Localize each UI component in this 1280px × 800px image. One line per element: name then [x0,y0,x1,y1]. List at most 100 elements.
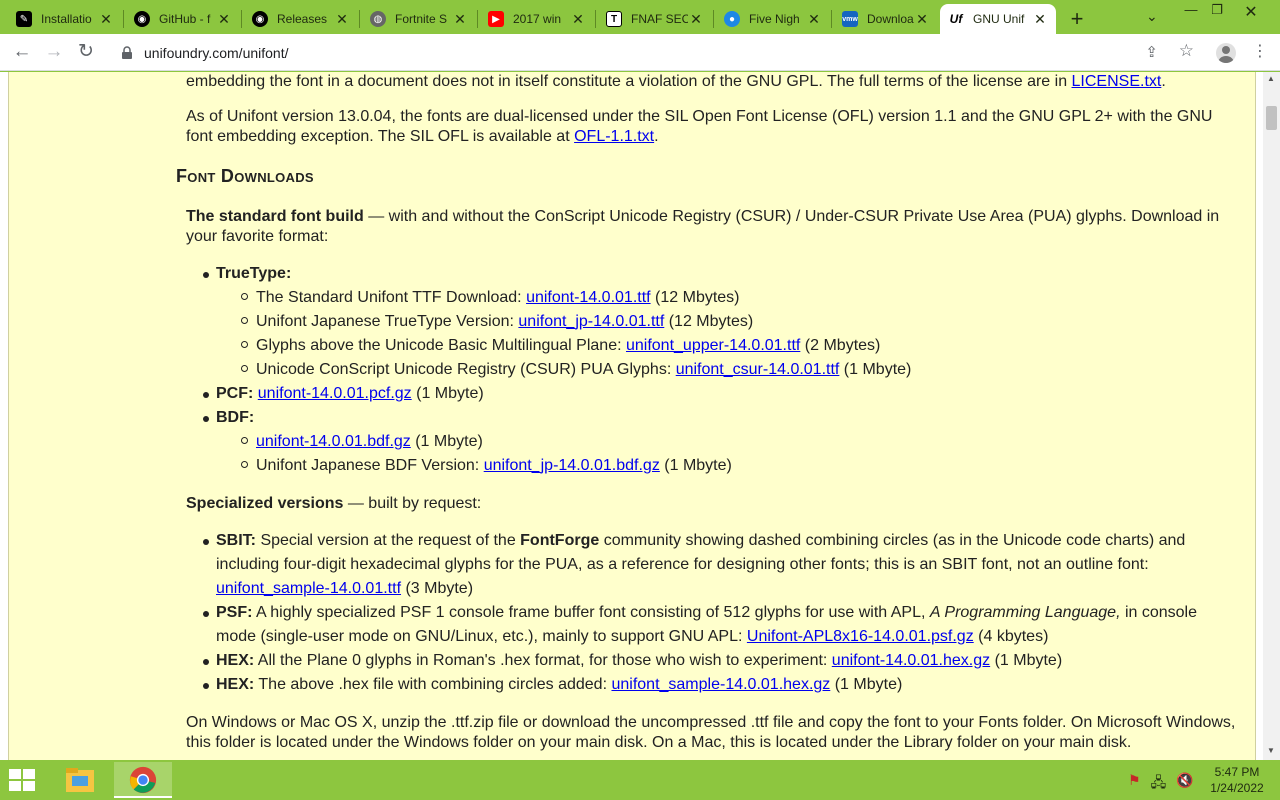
tab-title: Downloa [867,12,914,26]
tab-fortnite[interactable]: ◍ Fortnite S ✕ [362,4,476,34]
item-text: Unifont Japanese BDF Version: [256,457,484,474]
share-icon[interactable]: ⇪ [1145,43,1158,61]
tab-title: Five Nigh [749,12,800,26]
restore-button[interactable]: ❐ [1202,2,1232,18]
list-item: Glyphs above the Unicode Basic Multiling… [256,337,880,355]
globe-icon: ◍ [370,11,386,27]
close-icon[interactable]: ✕ [688,11,704,28]
close-icon[interactable]: ✕ [98,11,114,28]
tab-download[interactable]: vmw Downloa ✕ [834,4,938,34]
browser-menu-icon[interactable]: ⋮ [1252,41,1268,61]
download-link[interactable]: unifont-14.0.01.bdf.gz [256,433,411,450]
close-icon[interactable]: ✕ [334,11,350,28]
tab-releases[interactable]: ◉ Releases ✕ [244,4,358,34]
clock[interactable]: 5:47 PM 1/24/2022 [1200,764,1274,796]
tab-title: 2017 win [513,12,562,26]
tab-fnaf[interactable]: T FNAF SEC ✕ [598,4,712,34]
bullet [203,416,209,422]
clock-time: 5:47 PM [1214,765,1260,779]
page-scrollbar[interactable]: ▲ ▼ [1263,72,1280,760]
standard-build-text: — with and without the ConScript Unicode… [363,208,1220,225]
period: . [1161,73,1166,90]
standard-build-label: The standard font build [186,208,364,225]
tab-title: Releases [277,12,328,26]
ofl-link[interactable]: OFL-1.1.txt [574,128,654,145]
download-link[interactable]: unifont_upper-14.0.01.ttf [626,337,800,354]
tab-title: FNAF SEC [631,12,688,26]
download-link[interactable]: unifont_jp-14.0.01.ttf [518,313,664,330]
download-link[interactable]: unifont-14.0.01.ttf [526,289,651,306]
scroll-thumb[interactable] [1266,106,1277,130]
url-text: unifoundry.com/unifont/ [144,44,289,61]
license-link[interactable]: LICENSE.txt [1072,73,1162,90]
profile-avatar[interactable] [1216,43,1236,63]
tab-youtube[interactable]: ▶ 2017 win ✕ [480,4,594,34]
download-link[interactable]: unifont-14.0.01.hex.gz [832,652,990,669]
close-icon[interactable]: ✕ [570,11,586,28]
bullet [241,365,248,372]
close-icon[interactable]: ✕ [806,11,822,28]
sbit-line-1: SBIT: Special version at the request of … [216,532,1185,550]
sbit-label: SBIT: [216,532,256,549]
download-link[interactable]: Unifont-APL8x16-14.0.01.psf.gz [747,628,974,645]
font-downloads-heading: Font Downloads [176,166,314,186]
file-size: (4 kbytes) [973,628,1049,645]
specialized-versions-line: Specialized versions — built by request: [186,495,481,513]
standard-build-line-1: The standard font build — with and witho… [186,208,1219,226]
windows-start-icon[interactable] [8,768,36,792]
close-icon[interactable]: ✕ [452,11,468,28]
psf-line-1: PSF: A highly specialized PSF 1 console … [216,604,1197,622]
sbit-line-3: unifont_sample-14.0.01.ttf (3 Mbyte) [216,580,473,598]
address-bar[interactable]: unifoundry.com/unifont/ ⇪ ☆ [108,38,1208,67]
close-icon[interactable]: ✕ [1032,11,1048,28]
github-icon: ◉ [134,11,150,27]
hex-label: HEX: [216,652,255,669]
license-paragraph: embedding the font in a document does no… [186,73,1166,91]
bookmark-star-icon[interactable]: ☆ [1179,41,1194,61]
new-tab-button[interactable]: + [1066,6,1088,32]
uf-icon: Uf [948,11,964,27]
download-link[interactable]: unifont_csur-14.0.01.ttf [676,361,840,378]
tab-search-chevron-icon[interactable]: ⌄ [1146,8,1158,25]
action-center-flag-icon[interactable]: ⚑ [1128,772,1141,796]
file-size: (12 Mbytes) [664,313,754,330]
volume-muted-icon[interactable]: 🔇 [1176,772,1193,796]
scroll-down-arrow-icon[interactable]: ▼ [1267,746,1275,755]
truetype-label: TrueType: [216,265,292,282]
download-link[interactable]: unifont_sample-14.0.01.hex.gz [611,676,830,693]
bullet [203,392,209,398]
list-item: The Standard Unifont TTF Download: unifo… [256,289,740,307]
ofl-text: font embedding exception. The SIL OFL is… [186,128,575,145]
fontforge-label: FontForge [520,532,600,549]
sbit-text: community showing dashed combining circl… [599,532,1186,549]
scroll-up-arrow-icon[interactable]: ▲ [1267,74,1275,83]
reload-button[interactable]: ↻ [74,41,98,65]
download-link[interactable]: unifont_jp-14.0.01.bdf.gz [484,457,660,474]
file-size: (1 Mbyte) [990,652,1063,669]
close-window-button[interactable]: ✕ [1236,2,1266,21]
tab-github[interactable]: ◉ GitHub - f ✕ [126,4,240,34]
system-tray: ⚑ 🖧 🔇 [1128,772,1194,796]
tab-gnu-unifont[interactable]: Uf GNU Unif ✕ [940,4,1056,34]
download-link[interactable]: unifont_sample-14.0.01.ttf [216,580,401,597]
list-item: Unicode ConScript Unicode Registry (CSUR… [256,361,911,379]
bullet [241,461,248,468]
tab-installation[interactable]: ✎ Installatio ✕ [8,4,122,34]
item-text: Unifont Japanese TrueType Version: [256,313,519,330]
sbit-text: Special version at the request of the [256,532,521,549]
github-icon: ◉ [252,11,268,27]
close-icon[interactable]: ✕ [914,11,930,28]
browser-toolbar: ← → ↻ unifoundry.com/unifont/ ⇪ ☆ [0,34,1280,71]
hex-item: HEX: All the Plane 0 glyphs in Roman's .… [216,652,1062,670]
tab-five-nights[interactable]: ● Five Nigh ✕ [716,4,830,34]
file-explorer-icon[interactable] [62,764,98,796]
vmw-icon: vmw [842,11,858,27]
file-size: (1 Mbyte) [659,457,732,474]
download-link[interactable]: unifont-14.0.01.pcf.gz [258,385,412,402]
close-icon[interactable]: ✕ [216,11,232,28]
tab-separator [241,10,242,28]
back-button[interactable]: ← [10,41,34,65]
chrome-taskbar-button[interactable] [114,762,172,798]
network-icon[interactable]: 🖧 [1151,772,1167,796]
forward-button[interactable]: → [42,41,66,65]
